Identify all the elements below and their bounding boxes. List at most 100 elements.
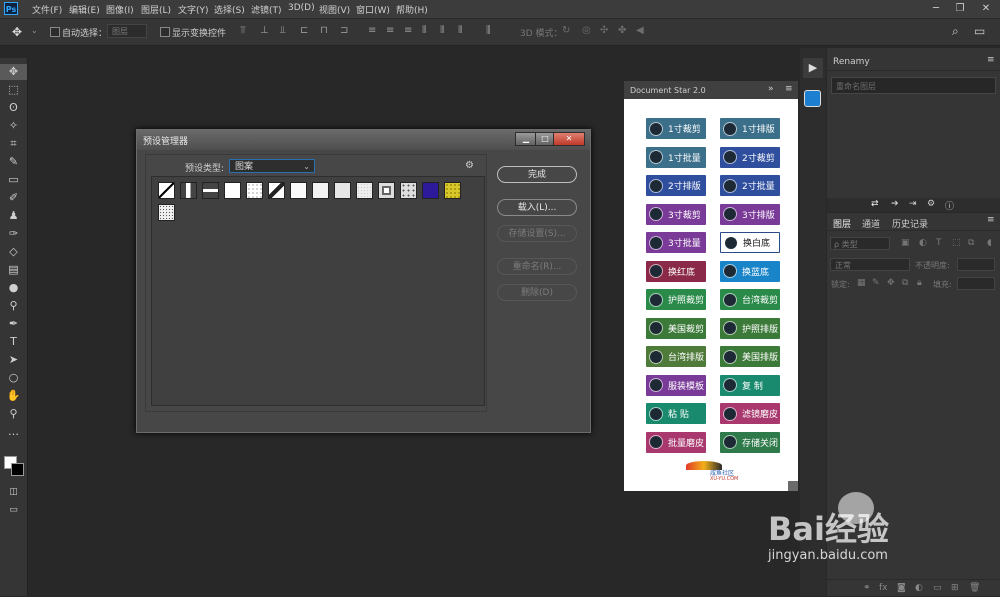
docstar-button[interactable]: 2寸裁剪 (720, 146, 780, 168)
distribute-right-icon[interactable]: ⦀ (458, 25, 462, 36)
menu-view[interactable]: 视图(V) (319, 3, 350, 16)
3d-pan-icon[interactable]: ✣ (600, 25, 608, 36)
pattern-swatch[interactable] (444, 182, 461, 199)
distribute-vcenter-icon[interactable]: ≡ (386, 25, 394, 36)
filter-toggle-icon[interactable]: ◖ (987, 238, 992, 248)
new-layer-icon[interactable]: ⊞ (951, 583, 959, 593)
filter-type-icon[interactable]: T (936, 238, 942, 248)
menu-file[interactable]: 文件(F) (32, 3, 62, 16)
menu-3d[interactable]: 3D(D) (288, 3, 315, 13)
quick-mask-icon[interactable]: ◫ (0, 484, 27, 500)
dialog-maximize-button[interactable]: □ (535, 132, 555, 146)
screen-mode-icon[interactable]: ▭ (0, 502, 27, 518)
restore-button[interactable]: ❐ (948, 1, 972, 17)
hand-tool-icon[interactable]: ✋ (0, 388, 27, 404)
menu-window[interactable]: 窗口(W) (356, 3, 390, 16)
pattern-swatch[interactable] (312, 182, 329, 199)
docstar-button[interactable]: 3寸裁剪 (646, 203, 706, 225)
dialog-close-button[interactable]: ✕ (553, 132, 585, 146)
docstar-button[interactable]: 1寸裁剪 (646, 118, 706, 139)
tab-channels[interactable]: 通道 (862, 217, 880, 230)
healing-brush-icon[interactable]: ▭ (0, 172, 27, 188)
docstar-button[interactable]: 1寸排版 (720, 118, 780, 139)
align-vcenter-icon[interactable]: ⊥ (260, 25, 269, 36)
align-top-icon[interactable]: ⫪ (240, 25, 246, 36)
distribute-bottom-icon[interactable]: ≡ (404, 25, 412, 36)
dodge-tool-icon[interactable]: ⚲ (0, 298, 27, 314)
auto-align-icon[interactable]: ⫼ (486, 25, 491, 36)
3d-slide-icon[interactable]: ✤ (618, 25, 626, 36)
renamy-tab[interactable]: Renamy (833, 57, 870, 67)
3d-scale-icon[interactable]: ◀ (636, 25, 644, 36)
eyedropper-icon[interactable]: ✎ (0, 154, 27, 170)
menu-image[interactable]: 图像(I) (106, 3, 134, 16)
path-select-icon[interactable]: ➤ (0, 352, 27, 368)
docstar-button[interactable]: 美国排版 (720, 346, 780, 367)
gradient-tool-icon[interactable]: ▤ (0, 262, 27, 278)
menu-type[interactable]: 文字(Y) (178, 3, 209, 16)
distribute-left-icon[interactable]: ⦀ (422, 25, 426, 36)
filter-smart-icon[interactable]: ⧉ (968, 238, 974, 248)
pattern-swatch[interactable] (400, 182, 417, 199)
arrow-right-icon[interactable]: ➔ (891, 199, 899, 209)
link-layers-icon[interactable]: ⚭ (863, 583, 871, 593)
pattern-swatch[interactable] (290, 182, 307, 199)
pattern-swatch[interactable] (224, 182, 241, 199)
export-icon[interactable]: ⇥ (909, 199, 917, 209)
lock-all-icon[interactable]: 🔒︎ (917, 278, 922, 288)
docstar-button[interactable]: 2寸排版 (646, 175, 706, 196)
load-button[interactable]: 载入(L)... (497, 199, 577, 216)
align-bottom-icon[interactable]: ⫫ (280, 25, 286, 36)
opacity-input[interactable] (957, 258, 995, 271)
close-window-button[interactable]: ✕ (974, 1, 998, 17)
magic-wand-icon[interactable]: ✧ (0, 118, 27, 134)
trash-icon[interactable]: 🗑︎ (969, 583, 980, 593)
docstar-button[interactable]: 3寸批量 (646, 232, 706, 253)
blur-tool-icon[interactable]: ● (0, 280, 27, 296)
pattern-swatch[interactable] (356, 182, 373, 199)
delete-button[interactable]: 删除(D) (497, 284, 577, 301)
panel-menu-icon[interactable]: ≡ (785, 84, 793, 94)
panel-menu-icon[interactable]: ≡ (987, 55, 995, 65)
eraser-tool-icon[interactable]: ◇ (0, 244, 27, 260)
background-color-swatch[interactable] (11, 463, 24, 476)
fx-icon[interactable]: fx (879, 583, 888, 593)
docstar-button[interactable]: 批量磨皮 (646, 431, 706, 453)
pattern-swatch[interactable] (334, 182, 351, 199)
stamp-tool-icon[interactable]: ♟ (0, 208, 27, 224)
tab-history[interactable]: 历史记录 (892, 217, 928, 230)
lasso-tool-icon[interactable]: ʘ (0, 100, 27, 116)
docstar-button[interactable]: 粘 贴 (646, 403, 706, 424)
pattern-swatch[interactable] (202, 182, 219, 199)
dialog-minimize-button[interactable]: ▁ (515, 132, 537, 146)
docstar-button[interactable]: 护照裁剪 (646, 289, 706, 310)
menu-filter[interactable]: 滤镜(T) (251, 3, 282, 16)
preset-type-dropdown[interactable]: 图案 ⌄ (229, 159, 315, 173)
play-icon[interactable]: ▶ (803, 58, 823, 78)
pattern-swatch[interactable] (246, 182, 263, 199)
align-left-icon[interactable]: ⊏ (300, 25, 308, 36)
marquee-tool-icon[interactable]: ⬚ (0, 82, 27, 98)
search-icon[interactable]: ⌕ (952, 24, 959, 39)
docstar-button[interactable]: 换蓝底 (720, 260, 780, 282)
panel-menu-icon[interactable]: ≡ (987, 215, 995, 225)
history-brush-icon[interactable]: ✑ (0, 226, 27, 242)
move-tool-icon[interactable]: ✥ (0, 64, 27, 80)
info-icon[interactable]: ⓘ (945, 199, 954, 212)
align-right-icon[interactable]: ⊐ (340, 25, 348, 36)
docstar-button[interactable]: 台湾排版 (646, 346, 706, 367)
show-transform-checkbox[interactable] (160, 27, 170, 37)
lock-pixels-icon[interactable]: ✎ (872, 278, 880, 288)
filter-pixel-icon[interactable]: ▣ (901, 238, 910, 248)
save-settings-button[interactable]: 存储设置(S)... (497, 225, 577, 242)
add-mask-icon[interactable]: ◙ (897, 583, 906, 593)
collapse-panel-icon[interactable]: » (768, 84, 774, 94)
move-tool-icon[interactable]: ✥ (12, 25, 22, 39)
lock-transparent-icon[interactable]: ▦ (857, 278, 866, 288)
adjust-icon[interactable]: ⇄ (871, 199, 879, 209)
menu-edit[interactable]: 编辑(E) (69, 3, 100, 16)
docstar-button[interactable]: 护照排版 (720, 317, 780, 339)
zoom-tool-icon[interactable]: ⚲ (0, 406, 27, 422)
docstar-button[interactable]: 换红底 (646, 260, 706, 282)
group-icon[interactable]: ▭ (933, 583, 942, 593)
